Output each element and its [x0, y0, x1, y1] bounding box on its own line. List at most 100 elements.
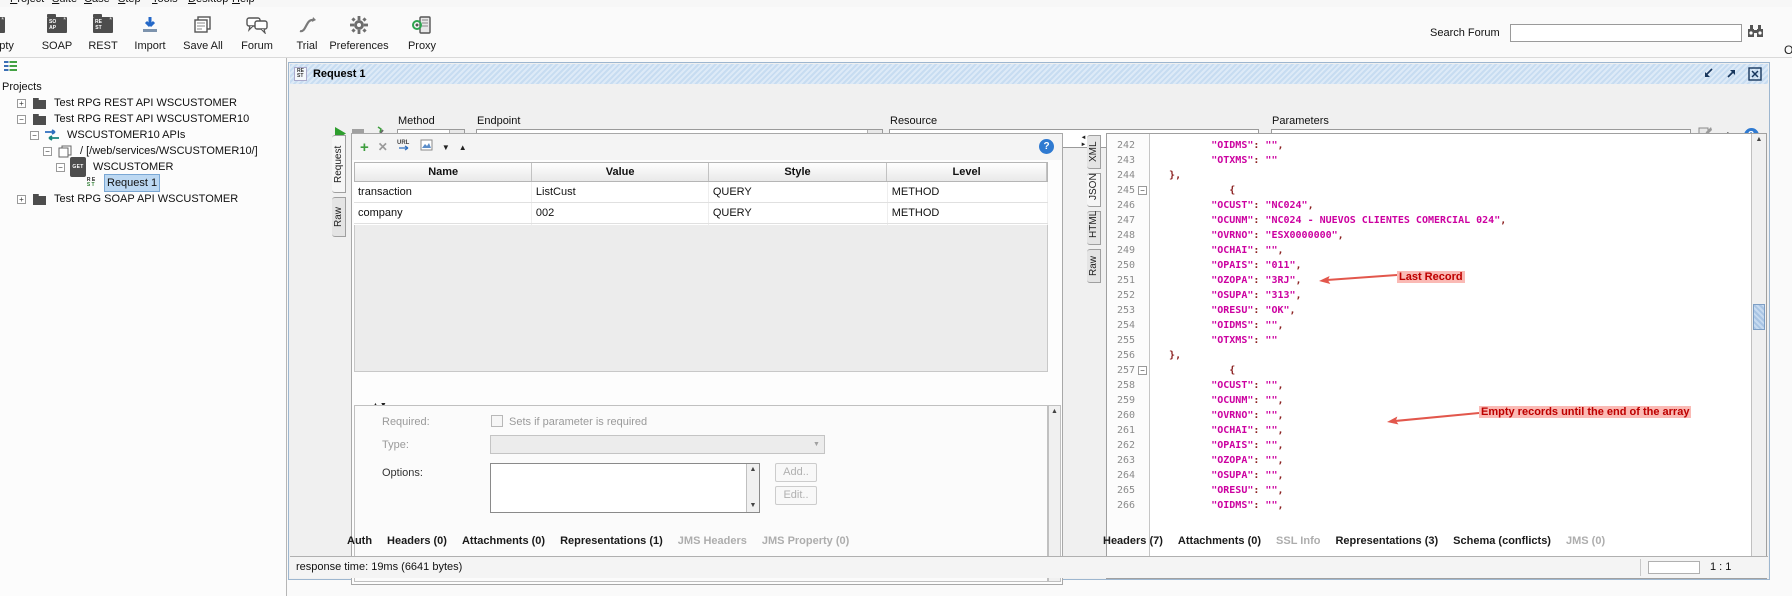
expand-icon[interactable]: + [17, 99, 26, 108]
tree-item-1[interactable]: +Test RPG REST API WSCUSTOMER [0, 95, 286, 111]
table-row[interactable]: company002QUERYMETHOD [354, 203, 1048, 224]
request-window-titlebar[interactable]: REST Request 1 [290, 64, 1768, 84]
move-down-icon[interactable]: ▼ [442, 143, 450, 152]
forum-button[interactable]: Forum [234, 13, 280, 52]
json-code-area[interactable]: "OIDMS": "", "OTXMS": "" }, { "OCUST": "… [1151, 134, 1750, 578]
tree-view-icon[interactable] [4, 61, 17, 71]
tab-raw[interactable]: Raw [332, 197, 346, 237]
empty-button[interactable]: *mpty [0, 13, 20, 52]
add-row-icon[interactable]: + [360, 139, 369, 156]
table-empty-area [354, 225, 1048, 372]
annotation-arrow [1385, 411, 1481, 431]
column-header-name[interactable]: Name [355, 163, 532, 181]
code-line: "ORESU": "", [1151, 483, 1284, 498]
parameters-label: Parameters [1272, 115, 1329, 127]
table-row[interactable]: transactionListCustQUERYMETHOD [354, 182, 1048, 203]
type-select[interactable]: ▼ [490, 435, 825, 454]
scroll-up-icon[interactable]: ▲ [1049, 406, 1060, 418]
save-all-button[interactable]: Save All [172, 13, 234, 52]
tab-auth[interactable]: Auth [347, 535, 372, 547]
response-bottom-tabs: Headers (7)Attachments (0)SSL InfoRepres… [1103, 535, 1605, 547]
options-listbox[interactable]: ▲ ▼ [490, 463, 760, 513]
delete-row-icon[interactable]: ✕ [378, 140, 388, 154]
line-number: 264 [1107, 468, 1135, 483]
collapse-icon[interactable]: − [43, 147, 52, 156]
binoculars-icon[interactable] [1747, 23, 1764, 43]
update-from-url-icon[interactable]: URL [397, 138, 411, 156]
preferences-button[interactable]: Preferences [326, 13, 392, 52]
column-header-value[interactable]: Value [532, 163, 708, 181]
tab-html[interactable]: HTML [1087, 211, 1101, 245]
menu-item-desktop[interactable]: Desktop [188, 0, 228, 5]
collapse-icon[interactable]: − [30, 131, 39, 140]
collapse-icon[interactable]: − [17, 115, 26, 124]
response-time-status: response time: 19ms (6641 bytes) [296, 561, 462, 573]
collapse-icon[interactable]: − [56, 163, 65, 172]
style-icon[interactable] [420, 138, 433, 156]
column-header-style[interactable]: Style [709, 163, 887, 181]
add-option-button[interactable]: Add.. [775, 463, 817, 482]
trial-button[interactable]: Trial [286, 13, 328, 52]
menu-item-suite[interactable]: Suite [52, 0, 77, 5]
search-forum-input[interactable] [1510, 24, 1742, 42]
menu-item-tools[interactable]: Tools [152, 0, 178, 5]
line-number: 248 [1107, 228, 1135, 243]
tab-xml[interactable]: XML [1087, 135, 1101, 169]
project-tree: Projects +Test RPG REST API WSCUSTOMER−T… [0, 80, 286, 207]
tree-item-3[interactable]: −WSCUSTOMER10 APIs [0, 127, 286, 143]
tab-headers-0-[interactable]: Headers (0) [387, 535, 447, 547]
scrollbar-thumb[interactable] [1753, 304, 1765, 330]
tab-headers-7-[interactable]: Headers (7) [1103, 535, 1163, 547]
tree-item-2[interactable]: −Test RPG REST API WSCUSTOMER10 [0, 111, 286, 127]
soap-button[interactable]: SOAP*SOAP [34, 13, 80, 52]
menu-item-project[interactable]: Project [10, 0, 44, 5]
tree-item-6[interactable]: R ES TRequest 1 [0, 175, 286, 191]
status-bar: response time: 19ms (6641 bytes) 1 : 1 [290, 556, 1768, 578]
column-header-level[interactable]: Level [887, 163, 1047, 181]
tab-representations-3-[interactable]: Representations (3) [1335, 535, 1438, 547]
line-number: 263 [1107, 453, 1135, 468]
tab-attachments-0-[interactable]: Attachments (0) [1178, 535, 1261, 547]
tree-item-label: / [/web/services/WSCUSTOMER10/] [78, 143, 260, 159]
required-checkbox[interactable] [491, 415, 503, 427]
import-icon [124, 13, 176, 37]
menu-item-help[interactable]: Help [232, 0, 255, 5]
scroll-down-icon[interactable]: ▼ [747, 500, 759, 512]
code-line: "OCUST": "NC024", [1151, 198, 1314, 213]
float-window-icon[interactable] [1724, 66, 1739, 81]
code-line: "OCUNM": "", [1151, 393, 1284, 408]
rest-button[interactable]: REST*REST [80, 13, 126, 52]
tab-json[interactable]: JSON [1087, 173, 1101, 207]
edit-option-button[interactable]: Edit.. [775, 486, 817, 505]
tab-attachments-0-[interactable]: Attachments (0) [462, 535, 545, 547]
tree-item-7[interactable]: +Test RPG SOAP API WSCUSTOMER [0, 191, 286, 207]
tab-request[interactable]: Request [332, 135, 346, 193]
move-up-icon[interactable]: ▲ [459, 143, 467, 152]
pane-splitter[interactable]: ▲▼ [354, 394, 1060, 404]
help-icon[interactable]: ? [1039, 139, 1054, 154]
close-window-icon[interactable] [1747, 66, 1762, 81]
params-toolbar: + ✕ URL ▼ ▲ ? [352, 134, 1062, 160]
proxy-button[interactable]: Proxy [396, 13, 448, 52]
menu-item-case[interactable]: Case [84, 0, 110, 5]
tree-item-4[interactable]: − / [/web/services/WSCUSTOMER10/] [0, 143, 286, 159]
tab-schema-conflicts-[interactable]: Schema (conflicts) [1453, 535, 1551, 547]
fold-collapse-icon[interactable]: − [1138, 186, 1147, 195]
fold-collapse-icon[interactable]: − [1138, 366, 1147, 375]
dock-window-icon[interactable] [1701, 66, 1716, 81]
line-number: 266 [1107, 498, 1135, 513]
menu-item-step[interactable]: Step [118, 0, 141, 5]
response-scrollbar[interactable]: ▲ ▼ [1751, 134, 1766, 578]
tab-raw[interactable]: Raw [1087, 249, 1101, 283]
tree-root-projects[interactable]: Projects [0, 80, 286, 95]
request-window: REST Request 1 [288, 62, 1770, 580]
import-button[interactable]: Import [124, 13, 176, 52]
tree-item-5[interactable]: −GETWSCUSTOMER [0, 159, 286, 175]
expand-icon[interactable]: + [17, 195, 26, 204]
scroll-up-icon[interactable]: ▲ [1752, 134, 1766, 146]
line-number: 245 [1107, 183, 1135, 198]
code-line: "ORESU": "OK", [1151, 303, 1296, 318]
scroll-up-icon[interactable]: ▲ [747, 464, 759, 476]
tab-representations-1-[interactable]: Representations (1) [560, 535, 663, 547]
options-scrollbar[interactable]: ▲ ▼ [746, 464, 759, 512]
